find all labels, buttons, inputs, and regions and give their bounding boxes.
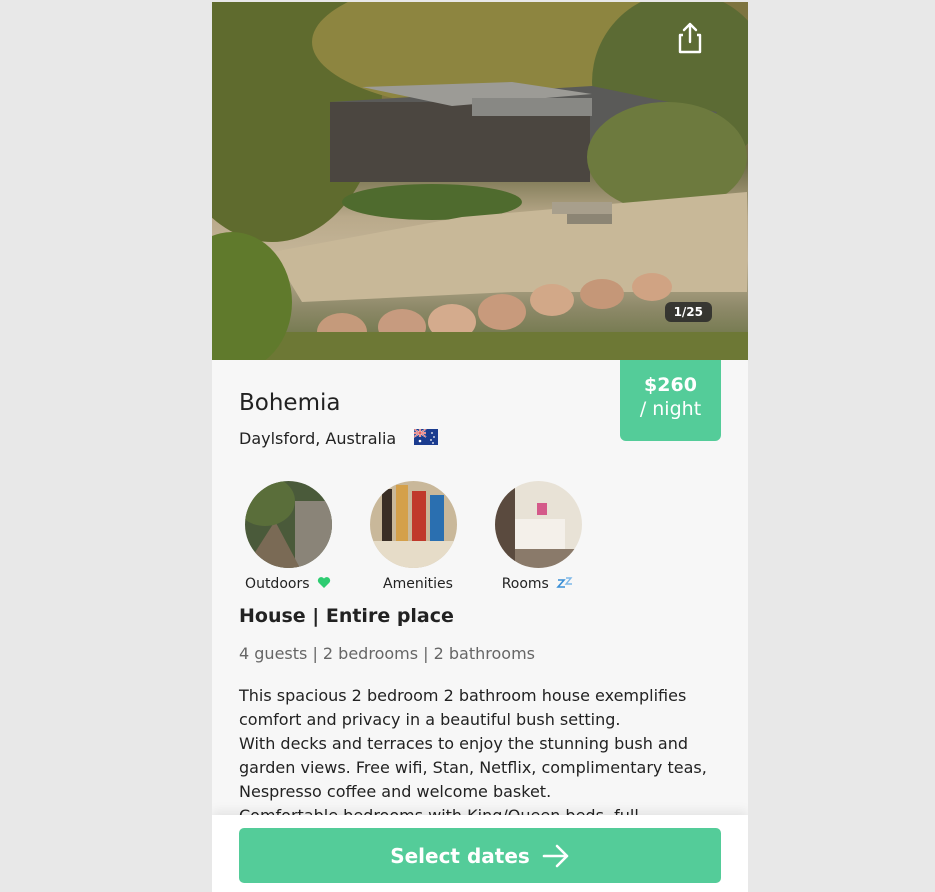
zzz-icon — [556, 577, 573, 588]
price-unit: / night — [639, 398, 702, 420]
select-dates-label: Select dates — [390, 843, 530, 868]
listing-type: House | Entire place — [239, 605, 454, 627]
listing-card: 1/25 $260 / night Bohemia Daylsford, Aus… — [212, 2, 748, 892]
australia-flag-icon — [414, 429, 438, 445]
price-badge: $260 / night — [620, 360, 721, 441]
select-dates-button[interactable]: Select dates — [239, 828, 721, 883]
amenities-photo — [370, 481, 457, 568]
listing-stats: 4 guests | 2 bedrooms | 2 bathrooms — [239, 644, 535, 663]
photo-counter: 1/25 — [664, 302, 712, 322]
category-thumb-outdoors[interactable] — [245, 481, 332, 568]
listing-description: This spacious 2 bedroom 2 bathroom house… — [239, 684, 709, 828]
category-label-outdoors: Outdoors — [228, 576, 348, 592]
hero-photo[interactable]: 1/25 — [212, 2, 748, 360]
outdoors-photo — [245, 481, 332, 568]
listing-title: Bohemia — [239, 390, 341, 416]
description-paragraph: With decks and terraces to enjoy the stu… — [239, 734, 707, 801]
description-paragraph: This spacious 2 bedroom 2 bathroom house… — [239, 686, 687, 729]
green-heart-icon — [317, 577, 331, 588]
category-label-amenities: Amenities — [383, 576, 453, 592]
price-amount: $260 — [644, 374, 697, 396]
listing-location: Daylsford, Australia — [239, 429, 397, 448]
share-button[interactable] — [678, 22, 708, 58]
footer-bar: Select dates — [212, 815, 748, 892]
category-thumb-amenities[interactable] — [370, 481, 457, 568]
arrow-right-icon — [542, 844, 569, 867]
category-thumb-rooms[interactable] — [495, 481, 582, 568]
share-icon — [678, 22, 702, 54]
category-label-rooms: Rooms — [478, 576, 598, 592]
rooms-photo — [495, 481, 582, 568]
